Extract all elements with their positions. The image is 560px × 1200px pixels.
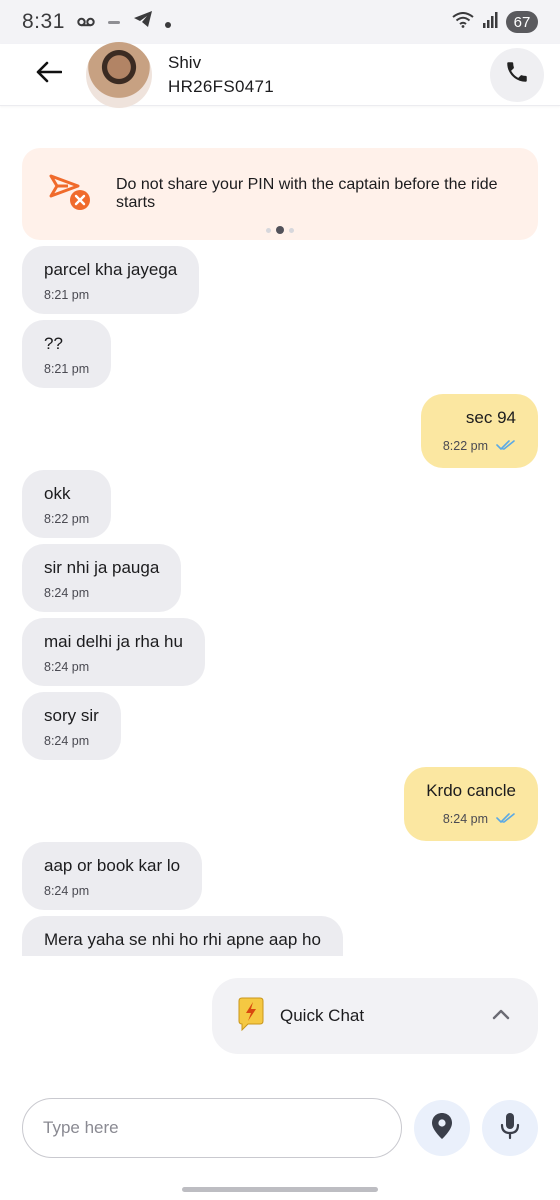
vehicle-number: HR26FS0471	[168, 76, 275, 96]
share-location-button[interactable]	[414, 1100, 470, 1156]
message-incoming[interactable]: aap or book kar lo 8:24 pm	[22, 842, 203, 910]
quick-chat-toggle[interactable]: Quick Chat	[212, 978, 538, 1054]
wifi-icon	[452, 10, 474, 34]
home-indicator[interactable]	[182, 1187, 378, 1192]
back-button[interactable]	[32, 58, 66, 92]
page-dot	[289, 227, 294, 233]
battery-icon: 67	[506, 11, 538, 33]
message-text: parcel kha jayega	[44, 260, 178, 279]
message-time: 8:22 pm	[442, 439, 488, 453]
pin-warning-text: Do not share your PIN with the captain b…	[116, 176, 498, 211]
chat-header: Shiv HR26FS0471	[0, 41, 560, 108]
signal-icon	[482, 10, 498, 34]
message-text: Krdo cancle	[426, 781, 516, 800]
phone-icon	[504, 59, 530, 90]
pin-warning-banner: Do not share your PIN with the captain b…	[22, 148, 538, 240]
call-button[interactable]	[490, 47, 544, 102]
voice-message-button[interactable]	[482, 1100, 538, 1156]
message-text: mai delhi ja rha hu	[44, 632, 183, 651]
double-check-icon	[496, 436, 516, 456]
message-time: 8:24 pm	[44, 586, 90, 600]
notification-dot-icon	[164, 10, 171, 34]
microphone-icon	[500, 1112, 520, 1145]
banner-page-indicator	[266, 226, 294, 234]
message-time: 8:24 pm	[44, 884, 90, 898]
pin-warning-icon	[48, 172, 92, 217]
message-text: sir nhi ja pauga	[44, 558, 160, 577]
message-incoming[interactable]: parcel kha jayega 8:21 pm	[22, 246, 200, 314]
message-time: 8:24 pm	[442, 812, 488, 826]
message-incoming[interactable]: sir nhi ja pauga 8:24 pm	[22, 544, 182, 612]
contact-name: Shiv	[168, 52, 202, 72]
contact-info: Shiv HR26FS0471	[168, 53, 274, 97]
message-input[interactable]	[22, 1098, 402, 1158]
message-incoming[interactable]: okk 8:22 pm	[22, 470, 112, 538]
app-logo-icon	[107, 10, 121, 34]
avatar[interactable]	[86, 41, 152, 108]
message-time: 8:24 pm	[44, 734, 90, 748]
message-incoming[interactable]: ?? 8:21 pm	[22, 320, 112, 388]
page-dot	[266, 227, 271, 233]
message-text: okk	[44, 484, 71, 503]
quick-chat-label: Quick Chat	[280, 1006, 365, 1025]
message-time: 8:21 pm	[44, 362, 90, 376]
message-outgoing[interactable]: sec 94 8:22 pm	[420, 394, 538, 468]
location-pin-icon	[431, 1112, 453, 1145]
message-incoming[interactable]: Mera yaha se nhi ho rhi apne aap ho	[22, 916, 343, 956]
message-text: aap or book kar lo	[44, 856, 181, 875]
arrow-left-icon	[36, 61, 63, 88]
chevron-up-icon	[492, 1007, 510, 1025]
message-text: ??	[44, 334, 63, 353]
telegram-icon	[133, 10, 153, 34]
page-dot-active	[276, 226, 284, 234]
message-text: Mera yaha se nhi ho rhi apne aap ho	[44, 930, 321, 949]
chat-area[interactable]: Do not share your PIN with the captain b…	[0, 106, 560, 956]
double-check-icon	[496, 809, 516, 829]
message-text: sory sir	[44, 706, 99, 725]
status-bar: 8:31 67	[0, 0, 560, 44]
status-time: 8:31	[22, 10, 65, 33]
message-text: sec 94	[465, 408, 516, 427]
message-outgoing[interactable]: Krdo cancle 8:24 pm	[404, 767, 538, 841]
message-time: 8:21 pm	[44, 288, 90, 302]
composer	[22, 1098, 538, 1158]
message-incoming[interactable]: sory sir 8:24 pm	[22, 692, 121, 760]
message-incoming[interactable]: mai delhi ja rha hu 8:24 pm	[22, 618, 205, 686]
message-time: 8:22 pm	[44, 512, 90, 526]
lightning-chat-icon	[236, 997, 266, 1036]
message-time: 8:24 pm	[44, 660, 90, 674]
voicemail-icon	[77, 10, 95, 34]
